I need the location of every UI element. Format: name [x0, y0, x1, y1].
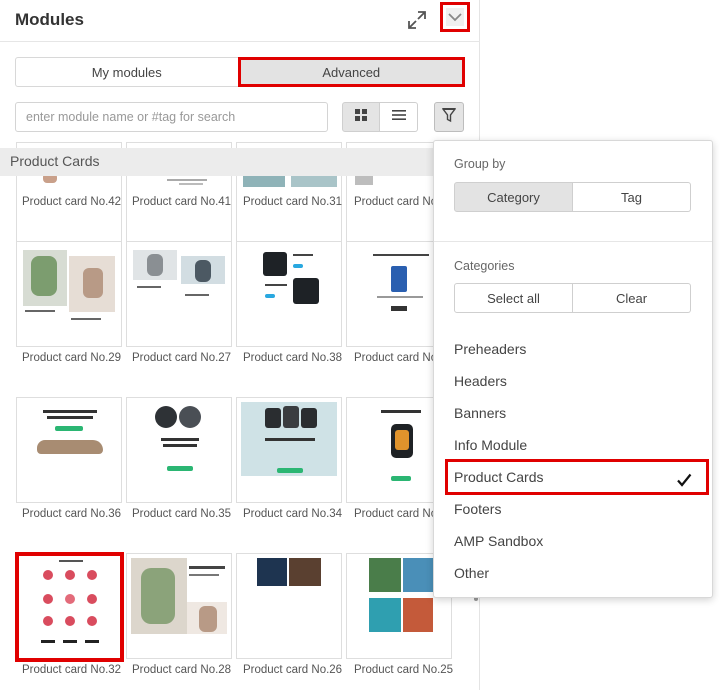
module-card[interactable] [126, 553, 232, 659]
category-banners[interactable]: Banners [454, 400, 691, 426]
chevron-down-icon [446, 8, 464, 26]
module-card[interactable] [126, 241, 232, 347]
card-label: Product card No.34 [243, 508, 343, 520]
collapse-button[interactable] [440, 2, 470, 32]
section-bar: Product Cards [0, 148, 480, 176]
card-label: Product card No.26 [243, 664, 343, 676]
module-card[interactable] [126, 397, 232, 503]
card-label: Product card No.35 [132, 508, 232, 520]
module-card-selected[interactable] [15, 552, 124, 662]
category-preheaders[interactable]: Preheaders [454, 336, 691, 362]
category-amp-sandbox[interactable]: AMP Sandbox [454, 528, 691, 554]
search-input[interactable]: enter module name or #tag for search [15, 102, 328, 132]
card-label: Product card No.27 [132, 352, 232, 364]
category-footers[interactable]: Footers [454, 496, 691, 522]
panel-title: Modules [15, 10, 84, 29]
category-other[interactable]: Other [454, 560, 691, 586]
filter-dropdown: Group by Category Tag Categories Select … [433, 140, 713, 598]
card-label: Product card No [354, 196, 438, 208]
clear-button[interactable]: Clear [573, 283, 691, 313]
grid-view-button[interactable] [342, 102, 380, 132]
card-label: Product card No.25 [354, 664, 454, 676]
card-label: Product card No.32 [22, 664, 122, 676]
expand-arrows-icon[interactable] [406, 9, 428, 31]
module-tabs: My modules Advanced [15, 57, 465, 87]
section-title: Product Cards [10, 153, 100, 169]
card-label: Product card No.28 [132, 664, 232, 676]
category-label: Product Cards [454, 469, 544, 485]
grid-icon [355, 108, 367, 126]
group-by-toggle: Category Tag [454, 182, 691, 212]
category-info-module[interactable]: Info Module [454, 432, 691, 458]
module-card[interactable] [16, 397, 122, 503]
panel-header: Modules [0, 0, 480, 42]
list-view-button[interactable] [380, 102, 418, 132]
dropdown-divider [434, 241, 712, 242]
card-label: Product card No.36 [22, 508, 122, 520]
checkmark-icon [676, 468, 692, 487]
group-by-category-button[interactable]: Category [454, 182, 573, 212]
tab-advanced[interactable]: Advanced [237, 57, 465, 87]
list-icon [391, 108, 406, 126]
card-label: Product card No [354, 352, 438, 364]
card-label: Product card No.29 [22, 352, 122, 364]
filter-button[interactable] [434, 102, 464, 132]
view-toggle [342, 102, 419, 132]
card-label: Product card No.42 [22, 196, 122, 208]
category-product-cards[interactable]: Product Cards [445, 459, 709, 495]
category-headers[interactable]: Headers [454, 368, 691, 394]
module-card[interactable] [16, 241, 122, 347]
card-label: Product card No.38 [243, 352, 343, 364]
filter-funnel-icon [441, 107, 457, 128]
module-card[interactable] [236, 397, 342, 503]
categories-actions: Select all Clear [454, 283, 691, 313]
tab-my-modules[interactable]: My modules [15, 57, 239, 87]
select-all-button[interactable]: Select all [454, 283, 573, 313]
module-card[interactable] [236, 241, 342, 347]
card-label: Product card No [354, 508, 438, 520]
module-card[interactable] [236, 553, 342, 659]
modules-panel: Modules My modules Advanced enter module… [0, 0, 480, 690]
card-label: Product card No.41 [132, 196, 232, 208]
group-by-label: Group by [454, 157, 506, 171]
group-by-tag-button[interactable]: Tag [573, 182, 691, 212]
card-label: Product card No.31 [243, 196, 343, 208]
categories-label: Categories [454, 259, 515, 273]
